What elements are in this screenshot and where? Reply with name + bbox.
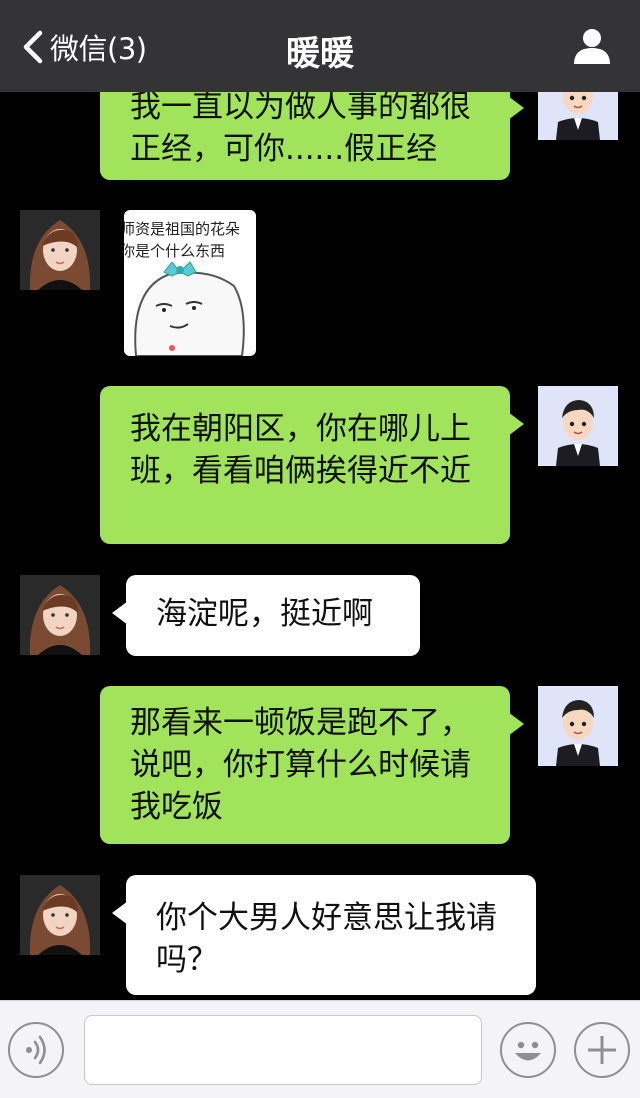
message-text: 你个大男人好意思让我请 吗？ <box>156 900 497 978</box>
voice-icon <box>26 1035 46 1065</box>
input-bar <box>0 1000 640 1098</box>
cartoon-man-avatar <box>538 386 618 466</box>
add-button[interactable] <box>574 1022 630 1078</box>
girl-photo-avatar <box>20 875 100 955</box>
my-avatar[interactable] <box>538 686 618 766</box>
emoji-icon <box>515 1041 541 1061</box>
message-bubble-sent[interactable]: 我在朝阳区，你在哪儿上 班，看看咱俩挨得近不近 <box>100 386 524 544</box>
girl-photo-avatar <box>20 210 100 290</box>
chat-area[interactable]: 我一直以为做人事的都很 正经，可你......假正经 师资是祖国的花朵 你是个什… <box>0 92 640 1000</box>
cartoon-man-avatar <box>538 686 618 766</box>
chat-title: 暖暖 <box>286 34 354 74</box>
contact-avatar[interactable] <box>20 210 100 290</box>
contact-avatar[interactable] <box>20 875 100 955</box>
sticker-message[interactable]: 师资是祖国的花朵 你是个什么东西 <box>124 210 256 356</box>
cartoon-face-sticker <box>134 261 245 356</box>
message-input[interactable] <box>84 1015 482 1085</box>
person-icon[interactable] <box>572 26 612 66</box>
message-bubble-sent[interactable]: 那看来一顿饭是跑不了， 说吧，你打算什么时候请 我吃饭 <box>100 686 524 844</box>
nav-bar: 微信(3) 暖暖 <box>0 0 640 92</box>
plus-icon <box>588 1036 616 1064</box>
cartoon-man-avatar <box>538 92 618 140</box>
message-bubble-sent[interactable]: 我一直以为做人事的都很 正经，可你......假正经 <box>100 92 524 180</box>
emoji-button[interactable] <box>500 1022 556 1078</box>
message-text: 我在朝阳区，你在哪儿上 班，看看咱俩挨得近不近 <box>130 411 471 489</box>
message-bubble-received[interactable]: 你个大男人好意思让我请 吗？ <box>112 875 536 995</box>
girl-photo-avatar <box>20 575 100 655</box>
my-avatar[interactable] <box>538 92 618 140</box>
voice-button[interactable] <box>8 1022 64 1078</box>
message-text: 海淀呢，挺近啊 <box>156 596 373 632</box>
my-avatar[interactable] <box>538 386 618 466</box>
message-bubble-received[interactable]: 海淀呢，挺近啊 <box>112 575 420 656</box>
message-text: 我一直以为做人事的都很 正经，可你......假正经 <box>130 92 471 167</box>
contact-avatar[interactable] <box>20 575 100 655</box>
message-text: 那看来一顿饭是跑不了， 说吧，你打算什么时候请 我吃饭 <box>130 705 471 825</box>
